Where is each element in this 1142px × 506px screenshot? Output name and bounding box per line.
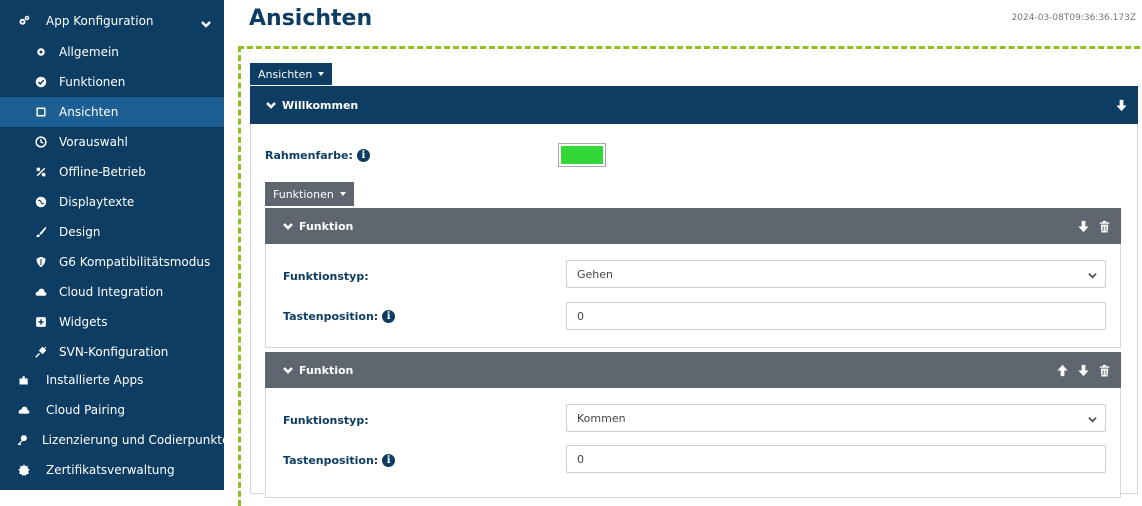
sidebar-item-label: Cloud Pairing (46, 403, 125, 417)
trash-icon[interactable] (1098, 364, 1111, 377)
sidebar: App Konfiguration Allgemein Funktionen A… (0, 0, 229, 490)
cloud-icon (33, 284, 49, 300)
key-position-value: 0 (577, 452, 584, 466)
key-position-label-text: Tastenposition: (283, 453, 379, 467)
plus-square-icon (33, 314, 49, 330)
sidebar-item-funktionen[interactable]: Funktionen (0, 67, 224, 97)
sidebar-item-label: Offline-Betrieb (59, 165, 146, 179)
globe-icon (33, 194, 49, 210)
plug-icon (33, 344, 49, 360)
key-position-label: Tastenposition: i (283, 452, 396, 468)
function-type-label: Funktionstyp: (283, 413, 369, 427)
badge-icon (16, 462, 32, 478)
function-header[interactable]: Funktion (265, 352, 1121, 388)
chevron-down-icon (1088, 414, 1097, 427)
section-title: Willkommen (282, 98, 359, 112)
functions-dropdown-label: Funktionen (273, 187, 334, 201)
arrow-down-icon[interactable] (1077, 220, 1090, 233)
sidebar-item-label: Cloud Integration (59, 285, 164, 299)
info-icon[interactable]: i (382, 453, 396, 467)
square-icon (33, 104, 49, 120)
sidebar-item-lizenzierung[interactable]: Lizenzierung und Codierpunkte (0, 425, 229, 455)
sidebar-item-label: Zertifikatsverwaltung (46, 463, 175, 477)
key-position-label-text: Tastenposition: (283, 309, 379, 323)
arrow-down-icon[interactable] (1115, 99, 1128, 112)
arrow-up-icon[interactable] (1056, 364, 1069, 377)
sidebar-item-vorauswahl[interactable]: Vorauswahl (0, 127, 224, 157)
function-type-select[interactable]: Kommen (566, 404, 1106, 432)
clock-icon (33, 134, 49, 150)
sidebar-header-label: App Konfiguration (46, 14, 154, 28)
key-position-input[interactable]: 0 (566, 445, 1106, 473)
caret-down-icon (339, 192, 346, 196)
sidebar-item-label: Lizenzierung und Codierpunkte (42, 433, 230, 447)
chevron-down-icon[interactable] (283, 365, 293, 375)
sidebar-item-label: Design (59, 225, 101, 239)
puzzle-icon (16, 372, 32, 388)
function-title: Funktion (299, 219, 354, 233)
caret-down-icon (318, 72, 325, 76)
sidebar-item-svn-konfiguration[interactable]: SVN-Konfiguration (0, 337, 224, 367)
sidebar-item-label: Vorauswahl (59, 135, 128, 149)
function-type-value: Kommen (577, 411, 626, 425)
frame-color-label-text: Rahmenfarbe: (265, 148, 353, 162)
key-position-label: Tastenposition: i (283, 308, 396, 324)
sidebar-item-label: Installierte Apps (46, 373, 144, 387)
check-circle-icon (33, 74, 49, 90)
function-type-select[interactable]: Gehen (566, 260, 1106, 288)
sidebar-item-cloud-pairing[interactable]: Cloud Pairing (0, 395, 224, 425)
sidebar-item-label: Widgets (59, 315, 108, 329)
chevron-down-icon (1088, 270, 1097, 283)
arrow-down-icon[interactable] (1077, 364, 1090, 377)
timestamp: 2024-03-08T09:36:36.173Z (1011, 13, 1136, 23)
sidebar-item-allgemein[interactable]: Allgemein (0, 37, 224, 67)
sidebar-item-g6-kompatibilitaetsmodus[interactable]: G6 Kompatibilitätsmodus (0, 247, 224, 277)
sidebar-item-label: SVN-Konfiguration (59, 345, 169, 359)
brush-icon (33, 224, 49, 240)
chevron-down-icon[interactable] (200, 18, 212, 33)
percent-icon (33, 164, 49, 180)
sidebar-item-offline-betrieb[interactable]: Offline-Betrieb (0, 157, 224, 187)
key-icon (16, 432, 28, 448)
sidebar-item-label: Displaytexte (59, 195, 135, 209)
info-icon[interactable]: i (382, 309, 396, 323)
frame-color-swatch (561, 146, 603, 164)
sidebar-item-label: Ansichten (59, 105, 119, 119)
function-title: Funktion (299, 363, 354, 377)
sidebar-item-widgets[interactable]: Widgets (0, 307, 224, 337)
sidebar-item-displaytexte[interactable]: Displaytexte (0, 187, 224, 217)
frame-color-picker[interactable] (558, 143, 606, 167)
sidebar-item-ansichten[interactable]: Ansichten (0, 97, 224, 127)
info-icon[interactable]: i (356, 148, 370, 162)
functions-dropdown-button[interactable]: Funktionen (265, 182, 354, 206)
frame-color-label: Rahmenfarbe: i (265, 147, 370, 163)
sidebar-item-cloud-integration[interactable]: Cloud Integration (0, 277, 224, 307)
views-dropdown-label: Ansichten (258, 67, 313, 81)
shield-icon (33, 254, 49, 270)
sidebar-item-installierte-apps[interactable]: Installierte Apps (0, 365, 224, 395)
chevron-down-icon[interactable] (283, 221, 293, 231)
gears-icon (16, 13, 32, 29)
sidebar-item-label: Funktionen (59, 75, 126, 89)
sidebar-item-label: G6 Kompatibilitätsmodus (59, 255, 211, 269)
function-type-value: Gehen (577, 267, 614, 281)
sidebar-item-zertifikatsverwaltung[interactable]: Zertifikatsverwaltung (0, 455, 224, 485)
views-dropdown-button[interactable]: Ansichten (250, 63, 333, 85)
section-header-willkommen[interactable]: Willkommen (250, 86, 1138, 124)
gear-icon (33, 44, 49, 60)
page-title: Ansichten (249, 6, 373, 31)
cloud-icon (16, 402, 32, 418)
sidebar-item-label: Allgemein (59, 45, 119, 59)
key-position-value: 0 (577, 309, 584, 323)
key-position-input[interactable]: 0 (566, 302, 1106, 330)
function-header[interactable]: Funktion (265, 208, 1121, 244)
chevron-down-icon[interactable] (266, 100, 276, 110)
function-type-label: Funktionstyp: (283, 269, 369, 283)
sidebar-item-app-konfiguration[interactable]: App Konfiguration (0, 7, 224, 35)
sidebar-item-design[interactable]: Design (0, 217, 224, 247)
trash-icon[interactable] (1098, 220, 1111, 233)
